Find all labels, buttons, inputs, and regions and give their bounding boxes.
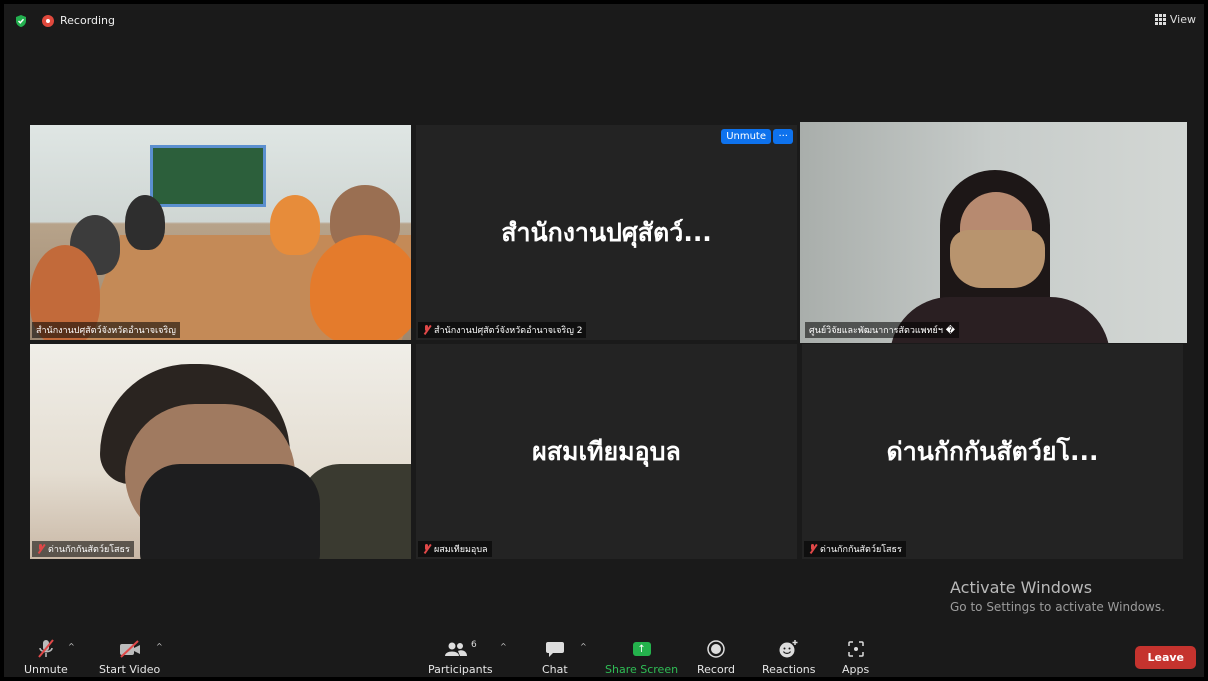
recording-label[interactable]: Recording — [60, 14, 115, 27]
apps-button[interactable]: Apps — [842, 638, 869, 676]
participants-button[interactable]: 6 Participants — [428, 638, 493, 676]
meeting-controls-toolbar: Unmute ^ Start Video ^ 6 Participants ^ … — [4, 632, 1204, 677]
muted-mic-icon — [808, 544, 817, 554]
muted-microphone-icon — [36, 638, 56, 660]
participant-tile[interactable]: ผสมเทียมอุบล ผสมเทียมอุบล — [416, 344, 797, 559]
participant-tile[interactable]: สำนักงานปศุสัตว์จังหวัดอำนาจเจริญ — [30, 125, 411, 340]
participant-display-name: ผสมเทียมอุบล — [532, 436, 681, 466]
participants-icon — [444, 642, 467, 656]
share-screen-icon: ↑ — [632, 642, 651, 656]
reactions-button[interactable]: Reactions — [762, 638, 816, 676]
participant-display-name: สำนักงานปศุสัตว์... — [501, 217, 712, 247]
participants-count: 6 — [470, 640, 477, 650]
participant-display-name: ด่านกักกันสัตว์ยโ... — [886, 436, 1099, 466]
zoom-meeting-window: Recording View สำนักงานปศุสัตว์จังหวัดอำ… — [4, 4, 1204, 677]
top-bar: Recording View — [4, 4, 1204, 38]
grid-icon — [1154, 14, 1166, 25]
video-options-caret[interactable]: ^ — [156, 642, 163, 651]
video-feed — [800, 122, 1187, 343]
participant-name: สำนักงานปศุสัตว์จังหวัดอำนาจเจริญ 2 — [418, 322, 587, 338]
shield-icon[interactable] — [14, 14, 28, 28]
view-label: View — [1169, 13, 1196, 26]
leave-button[interactable]: Leave — [1135, 646, 1196, 669]
audio-options-caret[interactable]: ^ — [68, 642, 75, 651]
chat-icon — [545, 638, 565, 660]
participant-tile[interactable]: สำนักงานปศุสัตว์... Unmute ··· สำนักงานป… — [416, 125, 797, 340]
reactions-icon — [778, 638, 800, 660]
participant-tile[interactable]: ด่านกักกันสัตว์ยโ... ด่านกักกันสัตว์ยโสธ… — [802, 344, 1183, 559]
video-feed — [30, 344, 411, 559]
muted-mic-icon — [422, 325, 431, 335]
chat-button[interactable]: Chat — [542, 638, 568, 676]
recording-icon — [42, 15, 54, 27]
participant-name: ด่านกักกันสัตว์ยโสธร — [804, 541, 906, 557]
participant-tile-active-speaker[interactable]: ศูนย์วิจัยและพัฒนาการสัตวแพทย์ฯ � — [800, 122, 1187, 343]
muted-mic-icon — [422, 544, 431, 554]
record-icon — [706, 638, 726, 660]
start-video-button[interactable]: Start Video — [99, 638, 160, 676]
video-off-icon — [118, 638, 142, 660]
participant-name: ผสมเทียมอุบล — [418, 541, 492, 557]
share-screen-button[interactable]: ↑ Share Screen — [605, 638, 678, 676]
activate-windows-subtitle: Go to Settings to activate Windows. — [950, 600, 1165, 614]
chat-options-caret[interactable]: ^ — [580, 642, 587, 651]
participant-name: ศูนย์วิจัยและพัฒนาการสัตวแพทย์ฯ � — [805, 322, 959, 338]
video-feed — [30, 125, 411, 340]
unmute-participant-button[interactable]: Unmute — [721, 129, 771, 144]
activate-windows-title: Activate Windows — [950, 578, 1093, 597]
participant-tile[interactable]: ด่านกักกันสัตว์ยโสธร — [30, 344, 411, 559]
muted-mic-icon — [36, 544, 45, 554]
view-button[interactable]: View — [1154, 13, 1196, 26]
participant-name: สำนักงานปศุสัตว์จังหวัดอำนาจเจริญ — [32, 322, 180, 338]
more-options-button[interactable]: ··· — [773, 129, 793, 144]
participant-name: ด่านกักกันสัตว์ยโสธร — [32, 541, 134, 557]
participants-options-caret[interactable]: ^ — [500, 642, 507, 651]
apps-icon — [847, 638, 865, 660]
unmute-button[interactable]: Unmute — [24, 638, 68, 676]
record-button[interactable]: Record — [697, 638, 735, 676]
